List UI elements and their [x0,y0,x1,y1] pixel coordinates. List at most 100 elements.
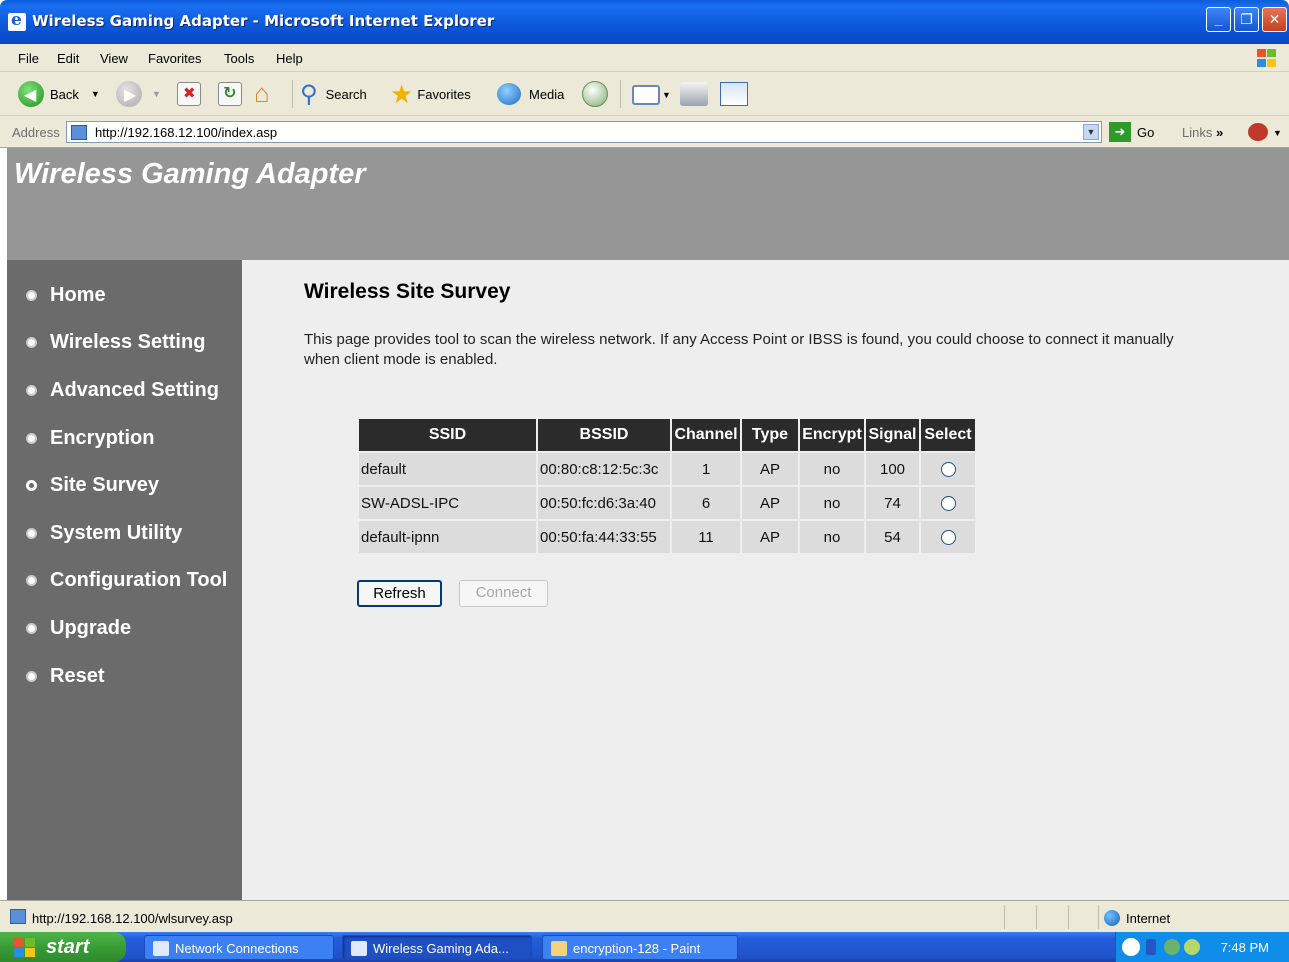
cell-bssid: 00:50:fa:44:33:55 [538,519,670,553]
nav-site-survey[interactable]: Site Survey [26,474,159,497]
cell-channel: 1 [672,451,740,485]
close-button[interactable]: ✕ [1262,7,1287,32]
edit-icon[interactable] [720,82,748,106]
favorites-label: Favorites [417,86,471,102]
cell-ssid: default [359,451,536,485]
start-button[interactable]: start [0,932,126,962]
status-url: http://192.168.12.100/wlsurvey.asp [32,911,233,926]
cell-signal: 54 [866,519,919,553]
nav-label: Home [50,284,106,306]
cell-type: AP [742,519,798,553]
search-label: Search [325,86,367,102]
cell-select [921,485,975,519]
menu-edit[interactable]: Edit [57,51,79,66]
nav-label: Wireless Setting [50,331,206,353]
cell-select [921,519,975,553]
menu-tools[interactable]: Tools [224,51,254,66]
favorites-button[interactable]: ★ Favorites [390,78,471,109]
menu-favorites[interactable]: Favorites [148,51,201,66]
banner-title: Wireless Gaming Adapter [14,158,366,190]
selected-bullet-icon [26,480,37,491]
header-ssid: SSID [359,419,536,451]
cell-type: AP [742,485,798,519]
print-icon[interactable] [680,82,708,106]
zone-label: Internet [1126,910,1171,926]
nav-advanced-setting[interactable]: Advanced Setting [26,379,219,402]
address-dropdown-icon[interactable]: ▼ [1083,124,1099,140]
select-radio[interactable] [940,496,956,512]
forward-button[interactable]: ▶ ▼ [116,80,161,108]
bullet-icon [26,433,37,444]
start-label: start [46,936,90,958]
web-page: Wireless Gaming Adapter Home Wireless Se… [7,148,1289,900]
stop-icon[interactable]: ✖ [177,82,201,106]
addon-icon[interactable] [1248,123,1268,141]
go-button[interactable]: ➜ Go [1109,122,1154,142]
menu-file[interactable]: File [18,51,39,66]
tray-device-icon[interactable] [1146,939,1156,955]
back-arrow-icon: ◀ [18,81,44,107]
nav-encryption[interactable]: Encryption [26,427,154,450]
task-paint[interactable]: encryption-128 - Paint [542,935,738,960]
page-icon [10,909,26,924]
nav-configuration-tool[interactable]: Configuration Tool [26,569,227,592]
status-divider [1068,905,1069,929]
refresh-icon[interactable]: ↻ [218,82,242,106]
media-button[interactable]: Media [497,80,564,108]
minimize-button[interactable]: _ [1206,7,1231,32]
select-radio[interactable] [940,530,956,546]
globe-icon [1104,910,1120,926]
nav-system-utility[interactable]: System Utility [26,522,182,545]
back-label: Back [50,86,79,102]
links-button[interactable]: Links » [1182,125,1223,140]
nav-home[interactable]: Home [26,284,106,307]
address-url: http://192.168.12.100/index.asp [95,125,278,140]
refresh-button[interactable]: Refresh [357,580,442,607]
star-icon: ★ [390,78,414,109]
home-icon[interactable]: ⌂ [254,78,270,109]
taskbar: start Network Connections Wireless Gamin… [0,932,1289,962]
select-radio[interactable] [940,462,956,478]
sidebar: Home Wireless Setting Advanced Setting E… [7,260,242,900]
cell-signal: 74 [866,485,919,519]
address-input[interactable]: http://192.168.12.100/index.asp ▼ [66,121,1102,143]
cell-bssid: 00:80:c8:12:5c:3c [538,451,670,485]
window-title: Wireless Gaming Adapter - Microsoft Inte… [32,12,495,30]
nav-upgrade[interactable]: Upgrade [26,617,131,640]
separator [292,80,293,108]
search-button[interactable]: ⚲ Search [300,80,367,108]
task-label: encryption-128 - Paint [573,941,701,956]
task-network-connections[interactable]: Network Connections [144,935,334,960]
connect-button[interactable]: Connect [459,580,548,607]
tray-network-icon[interactable] [1164,939,1180,955]
tray-wireless-icon[interactable] [1184,939,1200,955]
menu-view[interactable]: View [100,51,128,66]
nav-label: System Utility [50,522,183,544]
back-button[interactable]: ◀ Back ▼ [18,80,100,108]
history-icon[interactable] [582,81,608,107]
nav-reset[interactable]: Reset [26,665,104,688]
menu-help[interactable]: Help [276,51,303,66]
maximize-button[interactable]: ❐ [1234,7,1259,32]
tray-expand-icon[interactable] [1122,938,1140,956]
page-title: Wireless Site Survey [304,280,511,303]
mail-icon[interactable] [632,85,660,105]
addon-dropdown-icon[interactable]: ▼ [1273,128,1282,138]
title-bar: Wireless Gaming Adapter - Microsoft Inte… [0,0,1289,44]
media-icon [497,83,521,105]
windows-logo-icon [1255,48,1277,68]
task-wireless-gaming-adapter[interactable]: Wireless Gaming Ada... [342,935,532,960]
header-encrypt: Encrypt [800,419,864,451]
ie-icon [8,10,26,31]
address-label: Address [12,125,60,140]
table-header-row: SSID BSSID Channel Type Encrypt Signal S… [359,419,975,451]
bullet-icon [26,575,37,586]
ie-icon [351,941,367,956]
page-icon [71,125,87,140]
nav-wireless-setting[interactable]: Wireless Setting [26,331,205,354]
bullet-icon [26,623,37,634]
cell-type: AP [742,451,798,485]
header-select: Select [921,419,975,451]
nav-label: Site Survey [50,474,159,496]
bullet-icon [26,290,37,301]
